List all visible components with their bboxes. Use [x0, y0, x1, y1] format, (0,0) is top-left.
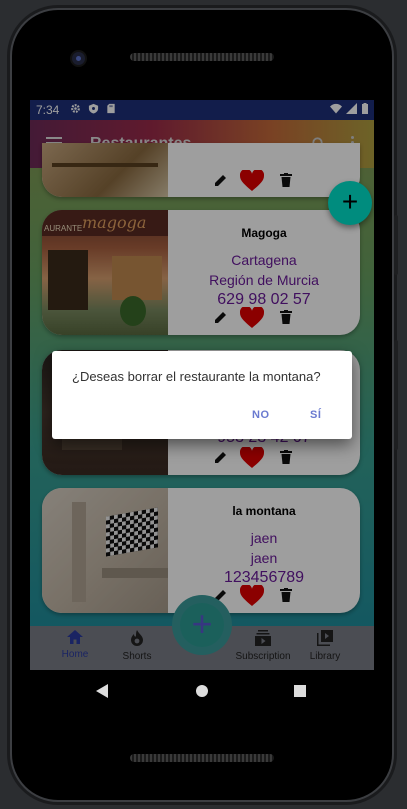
recents-button[interactable]	[294, 685, 306, 697]
bottom-speaker	[130, 754, 274, 762]
dialog-message: ¿Deseas borrar el restaurante la montana…	[72, 369, 321, 384]
confirm-delete-dialog: ¿Deseas borrar el restaurante la montana…	[52, 351, 352, 439]
add-fab-button[interactable]: +	[328, 181, 372, 225]
volume-button	[394, 340, 398, 450]
front-camera	[72, 52, 85, 65]
power-button	[394, 215, 398, 275]
home-system-button[interactable]	[196, 685, 208, 697]
earpiece-speaker	[130, 53, 274, 61]
back-icon[interactable]	[95, 684, 109, 698]
dialog-yes-button[interactable]: SÍ	[310, 409, 321, 421]
dialog-no-button[interactable]: NO	[252, 409, 270, 421]
